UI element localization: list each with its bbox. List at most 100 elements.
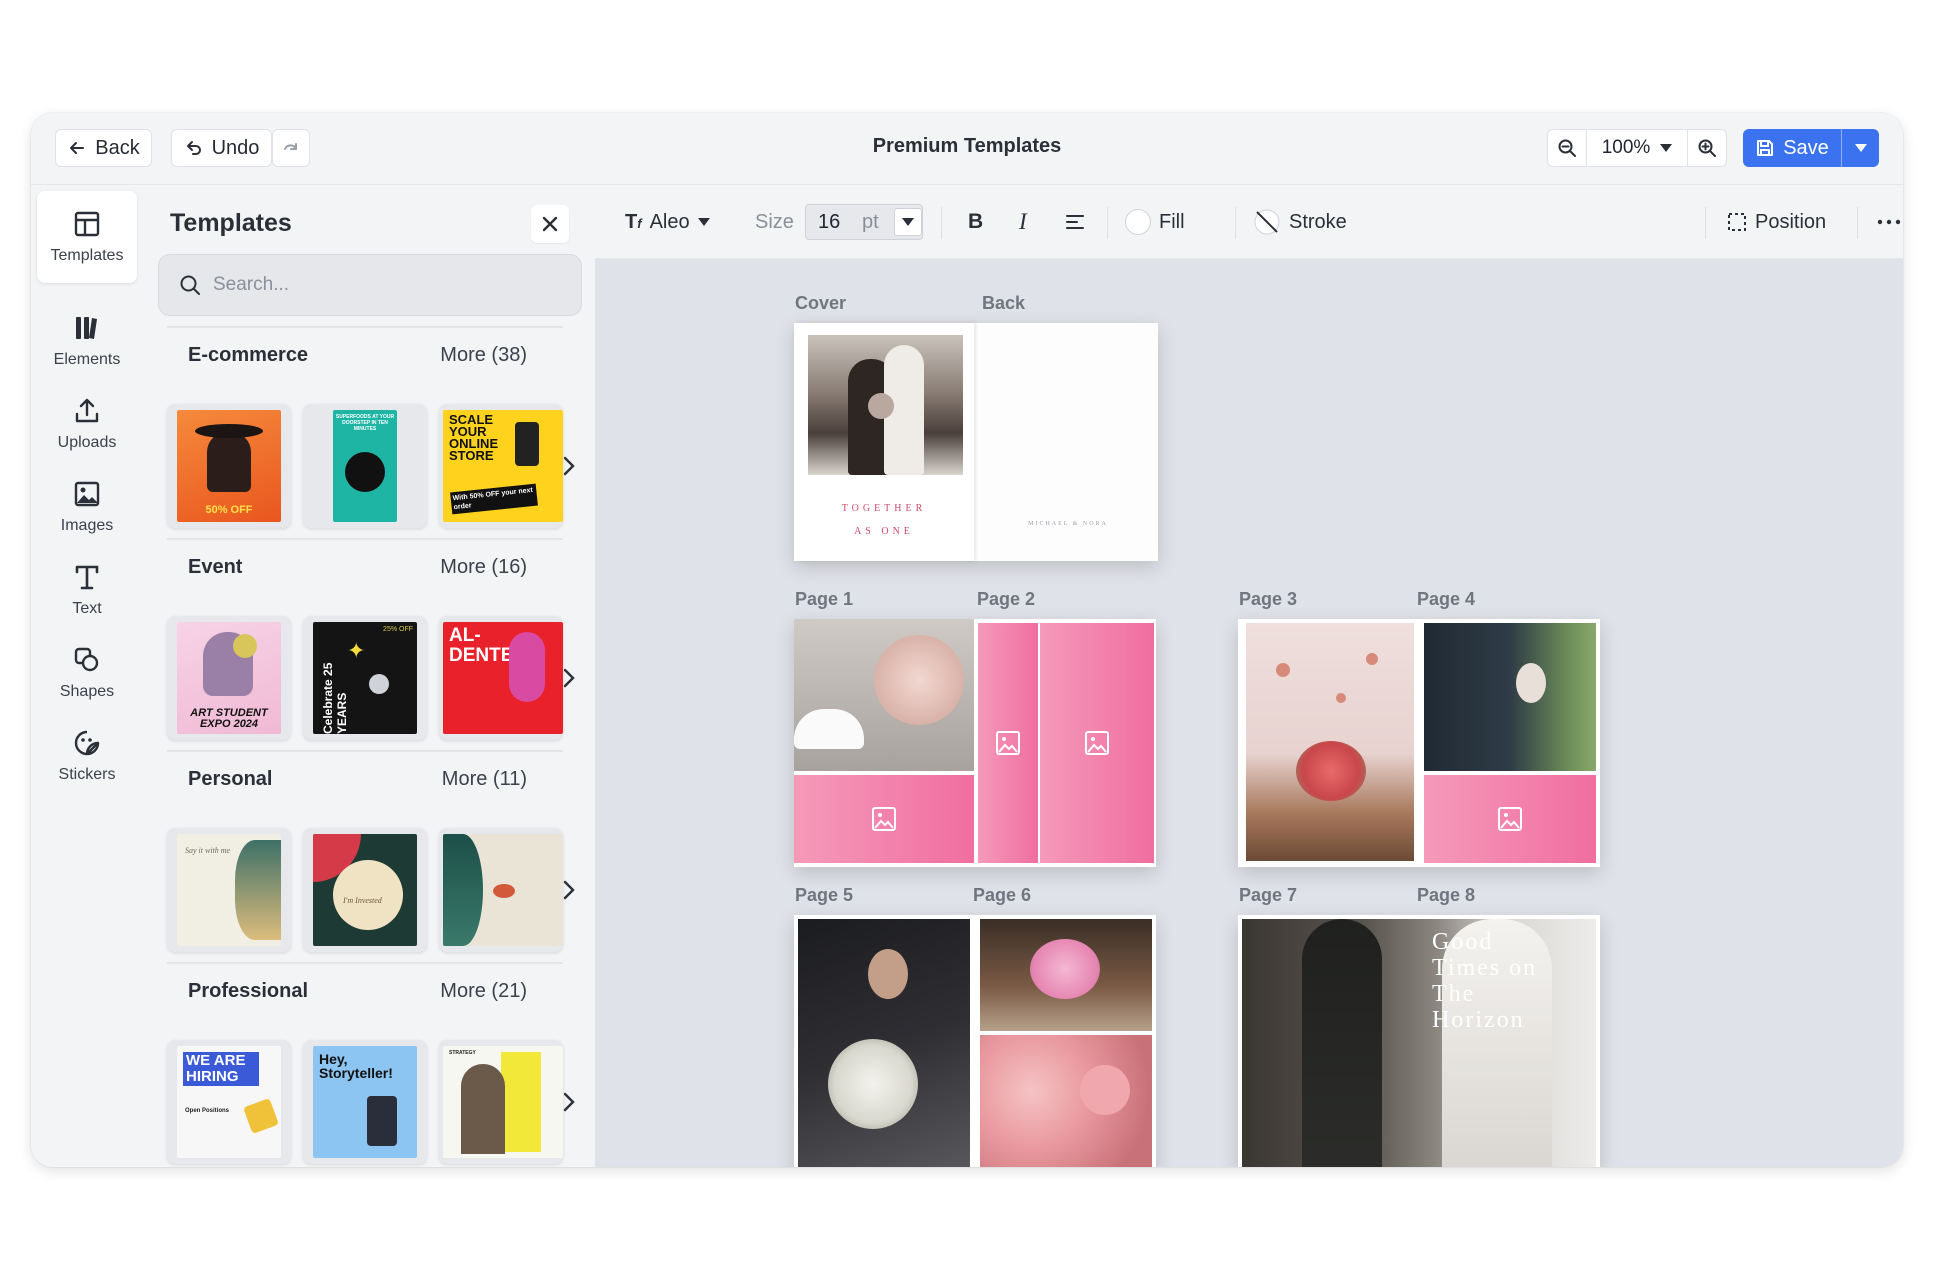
font-size-dropdown[interactable] [894, 208, 922, 236]
search-icon [180, 275, 200, 295]
rail-item-shapes[interactable]: Shapes [37, 627, 137, 719]
category-professional: Professional More (21) WE ARE HIRING Ope… [167, 962, 575, 1167]
more-horizontal-icon [1877, 219, 1901, 225]
image-placeholder-icon [1498, 807, 1522, 831]
floppy-disk-icon [1757, 140, 1774, 156]
search-box [158, 254, 582, 316]
rail-item-uploads[interactable]: Uploads [37, 378, 137, 470]
more-link[interactable]: More (16) [440, 556, 527, 579]
position-button[interactable]: Position [1727, 185, 1826, 259]
close-panel-button[interactable] [531, 205, 569, 243]
rail-item-templates[interactable]: Templates [37, 191, 137, 283]
save-split-button: Save [1743, 129, 1879, 167]
more-link[interactable]: More (38) [440, 344, 527, 367]
cover-spread[interactable]: TOGETHER AS ONE MICHAEL & NORA [794, 323, 1158, 561]
category-title: Personal [188, 768, 273, 790]
zoom-level-select[interactable]: 100% [1586, 130, 1688, 166]
stroke-button[interactable]: Stroke [1253, 185, 1347, 259]
thumb-text: SUPERFOODS AT YOUR DOORSTEP IN TEN MINUT… [335, 414, 395, 432]
page-label-4: Page 4 [1417, 589, 1476, 609]
cover-photo [808, 335, 963, 475]
italic-button[interactable]: I [1019, 185, 1027, 259]
divider [941, 207, 942, 239]
thumb-text: 50% OFF [205, 504, 253, 516]
italic-icon: I [1019, 209, 1027, 234]
tool-rail: Templates Elements Uploads Images Text S… [31, 185, 147, 1167]
font-family-select[interactable]: Tf Aleo [625, 185, 710, 259]
zoom-out-button[interactable] [1548, 130, 1586, 166]
template-thumbnail[interactable]: ART STUDENT EXPO 2024 [167, 616, 291, 740]
align-button[interactable] [1065, 185, 1085, 259]
rail-item-text[interactable]: Text [37, 544, 137, 636]
text-icon [75, 565, 99, 590]
image-placeholder[interactable] [1040, 623, 1154, 863]
page-label-3: Page 3 [1239, 589, 1298, 609]
page-4[interactable] [1420, 619, 1600, 867]
position-icon [1728, 213, 1746, 231]
font-size-input[interactable]: 16 pt [805, 204, 923, 240]
more-link[interactable]: More (11) [442, 768, 527, 791]
category-ecommerce: E-commerce More (38) 50% OFF SUPERFOODS … [167, 326, 575, 538]
thumb-subtext: Open Positions [185, 1108, 230, 1114]
template-thumbnail[interactable]: Hey, Storyteller! [303, 1040, 427, 1164]
template-thumbnail[interactable]: STRATEGY [439, 1040, 563, 1164]
page-label-7: Page 7 [1239, 885, 1298, 905]
scroll-right-chevron-icon[interactable] [559, 878, 579, 902]
more-link[interactable]: More (21) [440, 980, 527, 1003]
scroll-right-chevron-icon[interactable] [559, 666, 579, 690]
save-options-button[interactable] [1841, 129, 1879, 167]
page-label-5: Page 5 [795, 885, 854, 905]
spread-pages-1-2[interactable] [794, 619, 1156, 867]
page-5[interactable] [794, 915, 974, 1167]
template-thumbnail[interactable]: Celebrate 25 YEARS 25% OFF ✦ [303, 616, 427, 740]
scroll-right-chevron-icon[interactable] [559, 454, 579, 478]
zoom-in-button[interactable] [1688, 130, 1726, 166]
bold-button[interactable]: B [968, 185, 983, 259]
template-thumbnail[interactable]: 50% OFF [167, 404, 291, 528]
template-thumbnail[interactable]: I'm Invested [303, 828, 427, 952]
more-options-button[interactable] [1877, 185, 1901, 259]
fill-button[interactable]: Fill [1125, 185, 1185, 259]
spread-pages-3-4[interactable] [1238, 619, 1600, 867]
image-placeholder[interactable] [794, 775, 974, 863]
fill-label: Fill [1159, 210, 1185, 233]
close-icon [542, 216, 558, 232]
zoom-value: 100% [1601, 137, 1651, 158]
templates-panel: Templates E-commerce More (38) 50% OFF S… [147, 185, 595, 1167]
template-thumbnail[interactable]: SCALE YOUR ONLINE STORE With 50% OFF you… [439, 404, 563, 528]
image-placeholder[interactable] [978, 623, 1038, 863]
format-toolbar: Tf Aleo Size 16 pt B I Fill Stroke Posit… [595, 185, 1903, 259]
page-2[interactable] [976, 619, 1156, 867]
rail-item-elements[interactable]: Elements [37, 295, 137, 387]
image-placeholder-icon [872, 807, 896, 831]
thumb-text: I'm Invested [343, 896, 382, 905]
template-thumbnail[interactable]: Say it with me [167, 828, 291, 952]
page-1[interactable] [794, 619, 974, 867]
elements-icon [76, 317, 97, 339]
page-7[interactable] [1238, 915, 1418, 1167]
spread-pages-7-8[interactable]: Good Times on The Horizon [1238, 915, 1600, 1167]
thumb-text: Celebrate 25 YEARS [321, 662, 349, 734]
page-8[interactable]: Good Times on The Horizon [1420, 915, 1600, 1167]
back-page[interactable]: MICHAEL & NORA [978, 323, 1158, 561]
divider [1107, 207, 1108, 239]
cover-page[interactable]: TOGETHER AS ONE [794, 323, 974, 561]
rail-item-images[interactable]: Images [37, 461, 137, 553]
search-input[interactable] [213, 274, 553, 296]
save-button[interactable]: Save [1743, 129, 1841, 167]
shapes-icon [74, 647, 99, 672]
template-thumbnail[interactable]: SUPERFOODS AT YOUR DOORSTEP IN TEN MINUT… [303, 404, 427, 528]
spread-pages-5-6[interactable] [794, 915, 1156, 1167]
fill-swatch-icon [1125, 209, 1151, 235]
caret-down-icon [1854, 144, 1867, 152]
template-thumbnail[interactable] [439, 828, 563, 952]
page-3[interactable] [1238, 619, 1418, 867]
category-title: E-commerce [188, 344, 309, 366]
rail-item-stickers[interactable]: Stickers [37, 710, 137, 802]
rail-label: Stickers [58, 766, 116, 783]
image-placeholder[interactable] [1424, 775, 1596, 863]
page-6[interactable] [976, 915, 1156, 1167]
template-thumbnail[interactable]: AL-DENTE [439, 616, 563, 740]
template-thumbnail[interactable]: WE ARE HIRING Open Positions [167, 1040, 291, 1164]
scroll-right-chevron-icon[interactable] [559, 1090, 579, 1114]
